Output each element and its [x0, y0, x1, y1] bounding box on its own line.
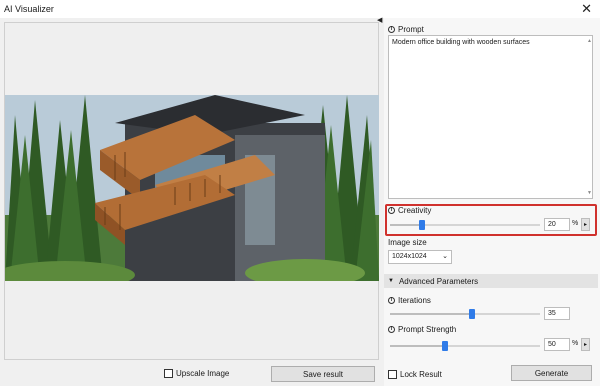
prompt-strength-label-row: i Prompt Strength: [388, 325, 456, 334]
image-preview-pane: [4, 22, 379, 360]
iterations-slider[interactable]: [390, 309, 540, 319]
prompt-strength-value-input[interactable]: 50: [544, 338, 570, 351]
chevron-down-icon: ⌄: [442, 253, 448, 260]
slider-thumb[interactable]: [442, 341, 448, 351]
collapse-triangle-icon: ▼: [388, 278, 394, 284]
lock-result-checkbox[interactable]: Lock Result: [388, 370, 442, 379]
info-icon: i: [388, 326, 395, 333]
scroll-down-icon[interactable]: ▼: [587, 190, 592, 196]
close-icon[interactable]: ✕: [581, 1, 592, 17]
window-title: AI Visualizer: [4, 4, 54, 14]
iterations-value-input[interactable]: 35: [544, 307, 570, 320]
collapse-panel-icon[interactable]: ◀: [377, 17, 383, 24]
advanced-parameters-header[interactable]: ▼ Advanced Parameters: [384, 274, 598, 288]
upscale-label: Upscale Image: [176, 369, 230, 378]
slider-thumb[interactable]: [469, 309, 475, 319]
creativity-value-input[interactable]: 20: [544, 218, 570, 231]
image-size-value: 1024x1024: [392, 253, 427, 260]
creativity-slider[interactable]: [390, 220, 540, 230]
info-icon: i: [388, 26, 395, 33]
slider-fill: [390, 345, 445, 347]
upscale-checkbox-box[interactable]: [164, 369, 173, 378]
prompt-textarea[interactable]: Modern office building with wooden surfa…: [388, 35, 593, 199]
lock-result-label: Lock Result: [400, 370, 442, 379]
generated-image: [5, 95, 379, 281]
advanced-label: Advanced Parameters: [398, 276, 479, 286]
slider-fill: [390, 313, 472, 315]
slider-thumb[interactable]: [419, 220, 425, 230]
slider-fill: [390, 224, 422, 226]
prompt-label: Prompt: [398, 25, 424, 34]
info-icon: i: [388, 207, 395, 214]
prompt-strength-step-arrow-icon[interactable]: ▸: [581, 338, 590, 351]
image-size-select[interactable]: 1024x1024 ⌄: [388, 250, 452, 264]
upscale-image-checkbox[interactable]: Upscale Image: [164, 369, 229, 378]
iterations-label: Iterations: [398, 296, 431, 305]
save-result-button[interactable]: Save result: [271, 366, 375, 382]
creativity-step-arrow-icon[interactable]: ▸: [581, 218, 590, 231]
creativity-label: Creativity: [398, 206, 432, 215]
prompt-strength-label: Prompt Strength: [398, 325, 457, 334]
iterations-label-row: i Iterations: [388, 296, 431, 305]
prompt-text: Modern office building with wooden surfa…: [392, 39, 530, 46]
title-bar: AI Visualizer ✕: [0, 0, 600, 18]
settings-panel: i Prompt Modern office building with woo…: [384, 18, 600, 386]
info-icon: i: [388, 297, 395, 304]
creativity-unit: %: [572, 220, 579, 227]
prompt-scrollbar[interactable]: ▲ ▼: [587, 38, 592, 196]
lock-checkbox-box[interactable]: [388, 370, 397, 379]
generate-button[interactable]: Generate: [511, 365, 592, 381]
prompt-label-row: i Prompt: [388, 25, 424, 34]
prompt-strength-slider[interactable]: [390, 341, 540, 351]
image-size-label: Image size: [388, 238, 427, 247]
scroll-up-icon[interactable]: ▲: [587, 38, 592, 44]
prompt-strength-unit: %: [572, 340, 579, 347]
creativity-label-row: i Creativity: [388, 206, 431, 215]
